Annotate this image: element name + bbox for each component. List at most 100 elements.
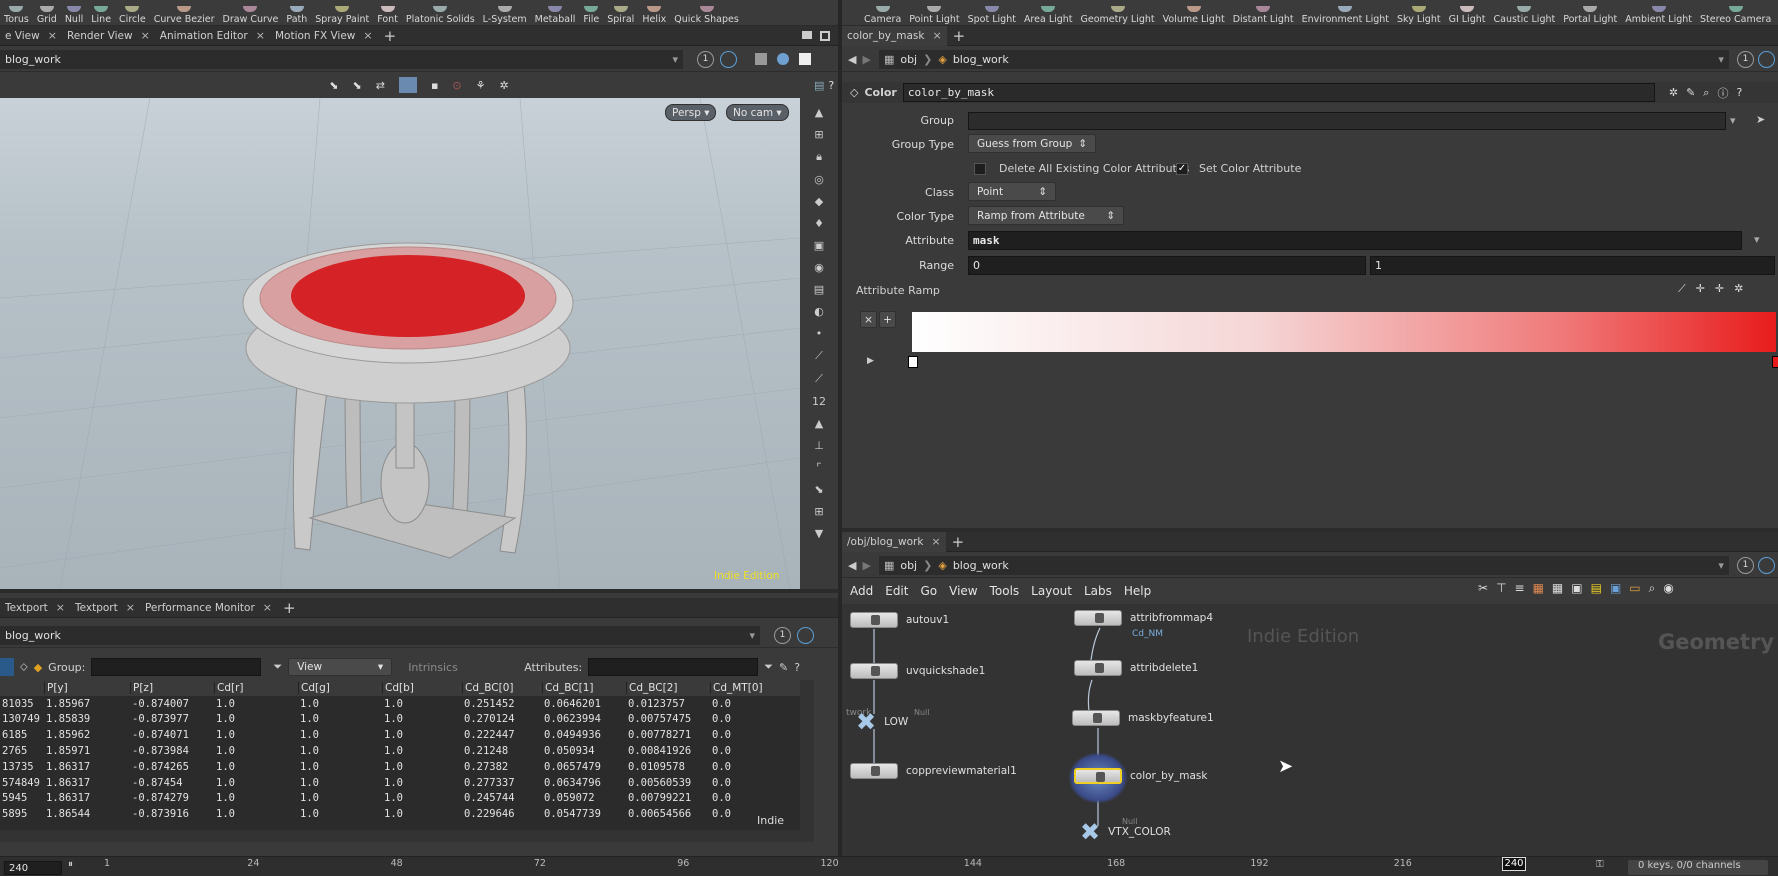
header-cell[interactable]: Cd[r] xyxy=(214,681,298,694)
tab-motion-fx[interactable]: Motion FX View × xyxy=(270,26,378,46)
grid-icon[interactable]: ⊞ xyxy=(814,505,823,518)
ghost-icon[interactable]: ◎ xyxy=(814,173,824,186)
close-icon[interactable]: × xyxy=(363,29,372,42)
path-root[interactable]: obj xyxy=(900,53,917,66)
shelf-tool-left-4[interactable]: Circle xyxy=(117,0,148,25)
view-menu[interactable]: View ▾ xyxy=(288,658,393,676)
end-frame-marker[interactable]: 240 xyxy=(1502,857,1526,871)
select-arrow-icon[interactable]: ➤ xyxy=(1756,113,1765,126)
geometry-spreadsheet[interactable]: P[y] P[z] Cd[r] Cd[g] Cd[b] Cd_BC[0] Cd_BC[1] C… xyxy=(0,680,800,830)
tab-color-by-mask[interactable]: color_by_mask × xyxy=(842,25,947,46)
close-icon[interactable]: × xyxy=(263,601,272,614)
select-icon[interactable]: ⬊ xyxy=(814,483,823,496)
snap-icon[interactable] xyxy=(398,77,417,93)
image-icon[interactable]: ▣ xyxy=(1571,581,1582,596)
header-cell[interactable]: P[z] xyxy=(130,681,214,694)
tools-icon[interactable]: ✂ xyxy=(1478,581,1488,596)
link-icon[interactable] xyxy=(1757,556,1775,574)
color-type-menu[interactable]: Ramp from Attribute ⇕ xyxy=(968,206,1124,225)
shelf-tool-left-16[interactable]: Quick Shapes xyxy=(672,0,741,25)
globe-icon[interactable] xyxy=(777,53,789,65)
shelf-tool-left-9[interactable]: Font xyxy=(375,0,400,25)
select-tool-icon[interactable]: ⬊ xyxy=(329,79,338,92)
node-low[interactable]: ✖ LOW xyxy=(856,710,908,734)
range-min-field[interactable]: 0 xyxy=(968,256,1366,275)
fill-icon[interactable]: ◐ xyxy=(814,305,824,318)
link-icon[interactable] xyxy=(1757,50,1775,68)
shelf-tool-left-13[interactable]: File xyxy=(581,0,601,25)
params-path-field[interactable]: ▦ obj ❯ ◈ blog_work ▾ xyxy=(878,49,1729,69)
class-menu[interactable]: Point ⇕ xyxy=(968,182,1056,201)
tab-render-view[interactable]: Render View × xyxy=(62,26,155,46)
tab-network[interactable]: /obj/blog_work × xyxy=(842,531,946,552)
network-path-field[interactable]: ▦ obj ❯ ◈ blog_work ▾ xyxy=(878,555,1729,575)
shelf-tool-left-6[interactable]: Draw Curve xyxy=(221,0,281,25)
snap-icon[interactable]: ⊞ xyxy=(814,128,823,141)
tree-icon[interactable]: ⊤ xyxy=(1496,581,1506,596)
close-icon[interactable]: × xyxy=(48,29,57,42)
table-row[interactable]: 5945 1.86317 -0.874279 1.0 1.0 1.0 0.245744 0.0… xyxy=(0,791,800,807)
sheet-hscrollbar[interactable] xyxy=(0,830,814,842)
link-icon[interactable] xyxy=(797,626,814,644)
path-node[interactable]: blog_work xyxy=(953,53,1009,66)
panel-icon[interactable]: ▤ xyxy=(814,79,824,92)
menu-labs[interactable]: Labs xyxy=(1084,584,1112,598)
menu-go[interactable]: Go xyxy=(920,584,937,598)
shelf-tool-left-14[interactable]: Spiral xyxy=(605,0,636,25)
table-row[interactable]: 81035 1.85967 -0.874007 1.0 1.0 1.0 0.251452 0.… xyxy=(0,696,800,712)
pane-menu-icon[interactable] xyxy=(802,30,812,39)
add-tab-icon[interactable]: + xyxy=(277,599,302,617)
filter-icon[interactable]: ⏷ xyxy=(764,660,773,674)
corner-icon[interactable]: ⌜ xyxy=(816,461,821,474)
stamp-icon[interactable]: ⊥ xyxy=(814,439,824,452)
ramp-key-start[interactable] xyxy=(908,356,918,368)
point-icon[interactable]: • xyxy=(816,327,823,340)
network-editor[interactable]: Indie Edition Geometry twork autouv1 uvq… xyxy=(842,604,1778,860)
display-icon[interactable]: ▪ xyxy=(431,79,438,92)
shelf-tool-right-7[interactable]: Environment Light xyxy=(1300,0,1391,25)
header-cell[interactable]: Cd[b] xyxy=(382,681,462,694)
viewer-path-field[interactable]: blog_work ▾ xyxy=(0,49,683,69)
set-color-checkbox[interactable]: ✓ xyxy=(1176,163,1188,175)
pin-button[interactable]: 1 xyxy=(697,50,714,68)
camera-icon[interactable]: ▣ xyxy=(814,239,824,252)
header-cell[interactable]: P[y] xyxy=(44,681,130,694)
shelf-tool-right-0[interactable]: Camera xyxy=(862,0,903,25)
header-cell[interactable]: Cd_BC[1] xyxy=(542,681,626,694)
menu-view[interactable]: View xyxy=(949,584,977,598)
prims-icon[interactable]: ⬦ xyxy=(20,660,28,674)
shelf-tool-left-0[interactable]: Torus xyxy=(2,0,31,25)
shelf-tool-left-2[interactable]: Null xyxy=(63,0,85,25)
close-icon[interactable]: × xyxy=(932,29,941,42)
add-tab-icon[interactable]: + xyxy=(378,27,403,45)
scroll-up-icon[interactable]: ▲ xyxy=(815,106,823,119)
light-icon[interactable]: ◆ xyxy=(815,195,823,208)
forward-icon[interactable]: ▶ xyxy=(862,53,870,66)
menu-help[interactable]: Help xyxy=(1124,584,1151,598)
back-icon[interactable]: ◀ xyxy=(848,559,856,572)
shelf-tool-left-11[interactable]: L-System xyxy=(481,0,529,25)
search-icon[interactable]: ⌕ xyxy=(1703,86,1709,100)
move-tool-icon[interactable]: ⬊ xyxy=(353,79,362,92)
tab-textport[interactable]: Textport × xyxy=(0,598,70,618)
node-maskbyfeature1[interactable]: maskbyfeature1 xyxy=(1072,710,1214,726)
pin-button[interactable]: 1 xyxy=(1736,50,1754,68)
ramp-edit-icon[interactable]: ⟋ xyxy=(1678,282,1686,296)
gear-icon[interactable]: ✲ xyxy=(1734,282,1743,296)
forward-icon[interactable]: ▶ xyxy=(862,559,870,572)
shelf-tool-left-15[interactable]: Helix xyxy=(640,0,668,25)
shelf-tool-left-3[interactable]: Line xyxy=(89,0,113,25)
path-root[interactable]: obj xyxy=(900,559,917,572)
help-icon[interactable]: ? xyxy=(1736,86,1742,99)
sheet-path-field[interactable]: blog_work ▾ xyxy=(0,625,760,645)
search-icon[interactable]: ⌕ xyxy=(1649,581,1656,596)
box-icon[interactable]: ▭ xyxy=(1629,581,1640,596)
shelf-tool-left-10[interactable]: Platonic Solids xyxy=(404,0,477,25)
camera-icon[interactable]: ⚘ xyxy=(476,79,486,92)
close-icon[interactable]: × xyxy=(126,601,135,614)
header-cell[interactable]: Cd_BC[2] xyxy=(626,681,710,694)
shelf-tool-right-3[interactable]: Area Light xyxy=(1022,0,1075,25)
shelf-tool-right-1[interactable]: Point Light xyxy=(907,0,961,25)
node-autouv1[interactable]: autouv1 xyxy=(850,612,949,628)
shelf-tool-left-7[interactable]: Path xyxy=(284,0,309,25)
